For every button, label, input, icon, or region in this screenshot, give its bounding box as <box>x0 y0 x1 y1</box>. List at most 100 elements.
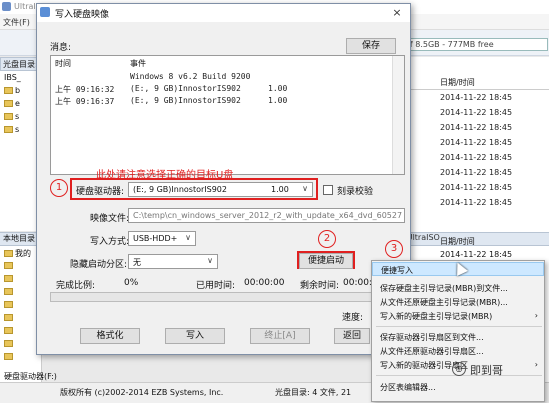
folder-icon <box>4 126 13 133</box>
remaining-label: 剩余时间: <box>300 281 340 291</box>
tree-item[interactable]: 我的 <box>4 248 40 260</box>
folder-icon <box>4 87 13 94</box>
verify-checkbox[interactable] <box>323 185 333 195</box>
drive-icon <box>4 327 13 334</box>
save-log-button[interactable]: 保存 <box>346 38 396 54</box>
chevron-down-icon: ∨ <box>207 256 213 265</box>
log-size: 1.00 <box>268 84 288 93</box>
tree-item[interactable]: s <box>4 112 40 124</box>
format-button[interactable]: 格式化 <box>80 328 140 344</box>
chevron-right-icon: › <box>534 360 538 369</box>
wechat-logo-icon: ◎ <box>452 362 466 376</box>
tree-item[interactable] <box>4 313 40 325</box>
log-time: 上午 09:16:32 <box>55 85 115 94</box>
tree-item[interactable] <box>4 274 40 286</box>
local-date-column-header[interactable]: 日期/时间 <box>440 236 475 247</box>
disk-drive-label: 硬盘驱动器: <box>76 187 125 197</box>
disc-summary-text: 光盘目录: 4 文件, 21 <box>275 388 352 397</box>
tree-item[interactable] <box>4 339 40 351</box>
write-button[interactable]: 写入 <box>165 328 225 344</box>
drive-icon <box>4 301 13 308</box>
image-file-label: 映像文件: <box>90 214 130 224</box>
folder-icon <box>4 275 13 282</box>
disk-drive-select[interactable]: (E:, 9 GB)InnostorIS902 1.00 ∨ <box>128 182 313 197</box>
write-mode-select[interactable]: USB-HDD+ ∨ <box>128 231 196 246</box>
list-item-date: 2014-11-22 18:45 <box>440 198 513 207</box>
stop-button[interactable]: 终止[A] <box>250 328 310 344</box>
annotation-circle-2: 2 <box>318 230 336 248</box>
tree-item-usb-drive[interactable]: 硬盘驱动器(F:) <box>4 371 57 382</box>
local-list-item-date: 2014-11-22 18:45 <box>440 250 513 259</box>
menu-item-write-new-mbr[interactable]: 写入新的硬盘主引导记录(MBR) › <box>372 309 544 323</box>
date-column-header[interactable]: 日期/时间 <box>408 75 549 90</box>
menu-separator <box>376 326 542 327</box>
chevron-down-icon: ∨ <box>302 184 308 193</box>
menu-item-restore-boot-sector[interactable]: 从文件还原驱动器引导扇区... <box>372 344 544 358</box>
annotation-circle-3: 3 <box>385 240 403 258</box>
log-event: (E:, 9 GB)InnostorIS902 <box>130 96 241 105</box>
chevron-right-icon: › <box>534 311 538 320</box>
complete-value: 0% <box>124 278 139 288</box>
list-item-date: 2014-11-22 18:45 <box>440 138 513 147</box>
tree-item[interactable]: e <box>4 99 40 111</box>
log-header-time: 时间 <box>55 59 71 68</box>
tree-item[interactable] <box>4 352 40 364</box>
menu-file[interactable]: 文件(F) <box>3 17 30 28</box>
complete-label: 完成比例: <box>56 281 96 291</box>
list-item-date: 2014-11-22 18:45 <box>440 183 513 192</box>
chevron-down-icon: ∨ <box>185 233 191 242</box>
menu-item-save-mbr[interactable]: 保存硬盘主引导记录(MBR)到文件... <box>372 281 544 295</box>
tree-item[interactable]: s <box>4 125 40 137</box>
local-directory-label: 本地目录 <box>3 234 35 243</box>
menu-item-restore-mbr[interactable]: 从文件还原硬盘主引导记录(MBR)... <box>372 295 544 309</box>
speed-label: 速度: <box>342 313 364 323</box>
menu-item-save-boot-sector[interactable]: 保存驱动器引导扇区到文件... <box>372 330 544 344</box>
log-header-event: 事件 <box>130 59 146 68</box>
disc-size-indicator: of 8.5GB - 777MB free <box>400 38 548 51</box>
tree-item[interactable] <box>4 326 40 338</box>
folder-icon <box>4 113 13 120</box>
message-label: 消息: <box>50 43 72 53</box>
folder-icon <box>4 262 13 269</box>
log-event: (E:, 9 GB)InnostorIS902 <box>130 84 241 93</box>
computer-icon <box>4 250 13 257</box>
list-item-date: 2014-11-22 18:45 <box>440 153 513 162</box>
image-file-field[interactable]: C:\temp\cn_windows_server_2012_r2_with_u… <box>128 208 405 223</box>
app-icon <box>2 2 11 11</box>
verify-label: 刻录校验 <box>337 187 374 197</box>
log-size: 1.00 <box>268 96 288 105</box>
tree-item[interactable] <box>4 261 40 273</box>
list-item-date: 2014-11-22 18:45 <box>440 93 513 102</box>
screen: UltraISO - C:\temp\cn_windows_server_201… <box>0 0 549 403</box>
close-icon[interactable]: × <box>387 6 407 20</box>
watermark-text: 即到哥 <box>470 364 503 377</box>
hidden-partition-label: 隐藏启动分区: <box>70 260 128 270</box>
drive-icon <box>4 353 13 360</box>
elapsed-value: 00:00:00 <box>244 278 285 288</box>
copyright-text: 版权所有 (c)2002-2014 EZB Systems, Inc. <box>60 388 224 397</box>
list-item-date: 2014-11-22 18:45 <box>440 108 513 117</box>
hidden-partition-select[interactable]: 无 ∨ <box>128 254 218 269</box>
easy-boot-button[interactable]: 便捷启动 <box>299 253 353 269</box>
folder-icon <box>4 288 13 295</box>
tree-item[interactable]: b <box>4 86 40 98</box>
disk-icon <box>40 7 50 17</box>
drive-icon <box>4 340 13 347</box>
log-event: Windows 8 v6.2 Build 9200 <box>130 72 251 81</box>
write-progress-bar <box>50 292 405 302</box>
list-item-date: 2014-11-22 18:45 <box>440 123 513 132</box>
annotation-circle-1: 1 <box>50 179 68 197</box>
log-time: 上午 09:16:37 <box>55 97 115 106</box>
tree-item[interactable]: IBS_ <box>4 73 40 85</box>
drive-icon <box>4 314 13 321</box>
tree-item[interactable] <box>4 287 40 299</box>
dialog-title: 写入硬盘映像 <box>37 4 410 22</box>
tree-item[interactable] <box>4 300 40 312</box>
folder-icon <box>4 100 13 107</box>
list-item-date: 2014-11-22 18:45 <box>440 168 513 177</box>
menu-item-partition-editor[interactable]: 分区表编辑器... <box>372 380 544 394</box>
log-scrollbar[interactable] <box>392 56 404 174</box>
elapsed-label: 已用时间: <box>196 281 236 291</box>
back-button[interactable]: 返回 <box>334 328 370 344</box>
write-mode-label: 写入方式: <box>90 237 130 247</box>
